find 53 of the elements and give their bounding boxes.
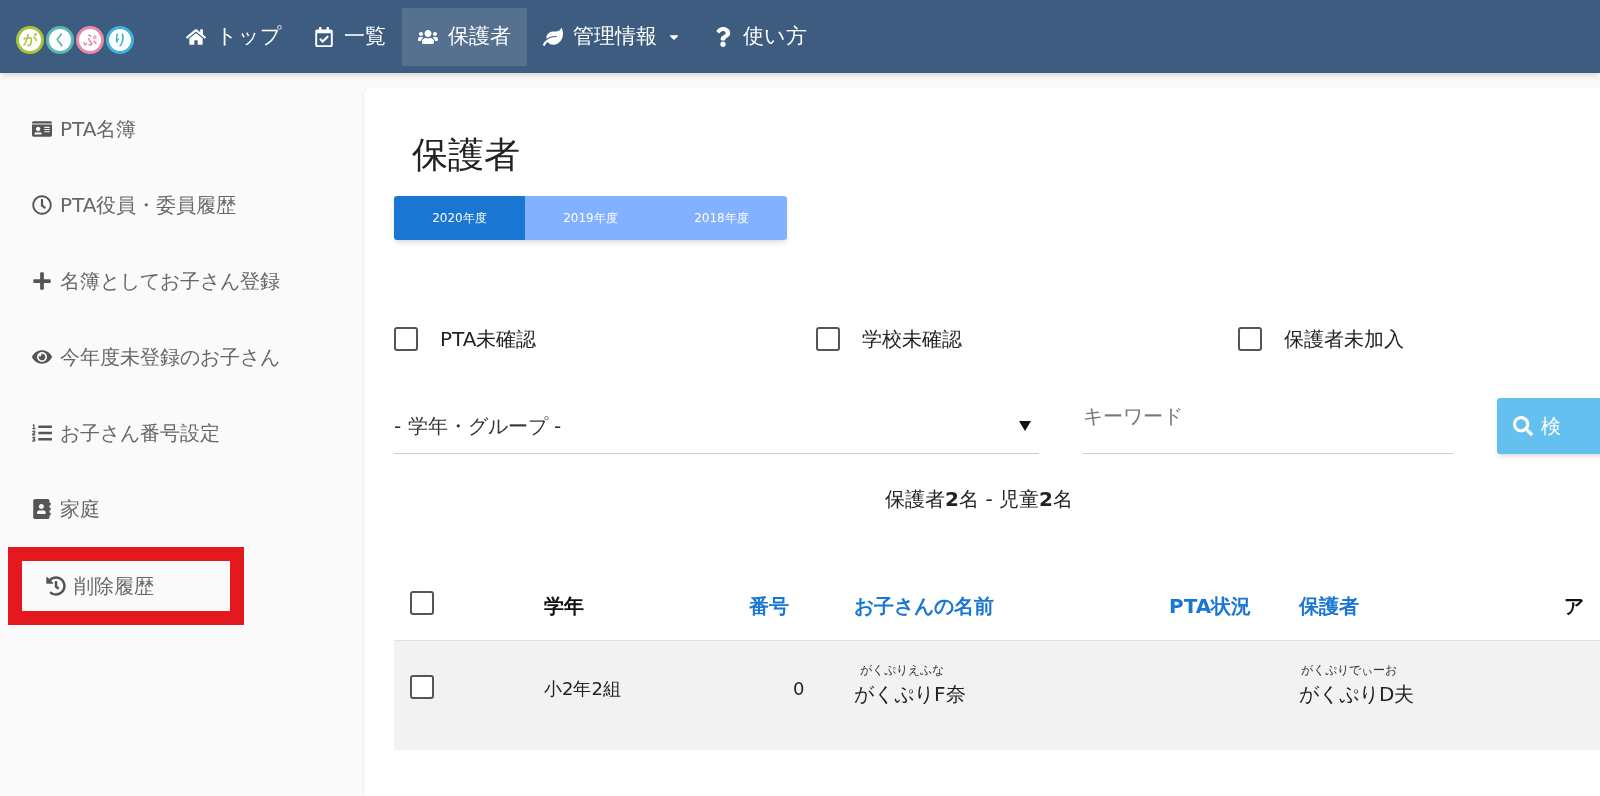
row-checkbox[interactable] — [410, 675, 434, 699]
select-all-checkbox[interactable] — [410, 590, 434, 615]
filter-checkbox[interactable] — [394, 327, 418, 351]
plus-icon — [32, 271, 52, 291]
result-summary: 保護者2名 - 児童2名 — [885, 486, 1073, 513]
page-title: 保護者 — [412, 133, 521, 177]
filter-checkbox[interactable] — [1238, 327, 1262, 351]
home-icon — [186, 26, 206, 47]
column-header: 学年 — [544, 593, 585, 620]
filter-label: 学校未確認 — [862, 326, 962, 353]
column-header: ア — [1564, 593, 1585, 620]
nav-item[interactable]: 管理情報 — [527, 7, 697, 66]
year-tab[interactable]: 2020年度 — [394, 196, 525, 240]
nav-item[interactable]: 保護者 — [402, 7, 527, 66]
furigana: がくぷりえふな — [860, 662, 944, 679]
table-cell-text: 0 — [792, 677, 806, 701]
filter-label: 保護者未加入 — [1284, 326, 1404, 353]
column-header[interactable]: お子さんの名前 — [854, 591, 1169, 621]
search-icon — [1513, 416, 1533, 436]
table-cell-text: 小2年2組 — [544, 677, 622, 701]
eye-icon — [32, 347, 52, 367]
column-header[interactable]: 保護者 — [1299, 591, 1564, 621]
sidebar-item[interactable]: 削除履歴 — [8, 547, 244, 625]
guardian-name: がくぷりD夫 — [1299, 681, 1415, 708]
contact-card-icon — [32, 499, 52, 519]
id-card-icon — [32, 119, 52, 139]
nav-item[interactable]: 一覧 — [298, 7, 402, 66]
leaf-icon — [543, 26, 563, 47]
group-select[interactable]: - 学年・グループ - — [394, 398, 1039, 454]
dropdown-triangle-icon — [1019, 420, 1031, 431]
history-icon — [46, 576, 66, 596]
logo-letter: が — [16, 25, 44, 54]
nav-item[interactable]: トップ — [170, 7, 298, 66]
nav-item[interactable]: 使い方 — [697, 7, 823, 66]
logo-letter: く — [46, 25, 74, 54]
sidebar-item[interactable]: お子さん番号設定 — [8, 395, 328, 471]
column-header[interactable]: 番号 — [749, 591, 854, 621]
child-name: がくぷりF奈 — [854, 681, 966, 708]
filter-label: PTA未確認 — [440, 326, 537, 353]
furigana: がくぷりでぃーお — [1301, 662, 1397, 679]
logo-letter: り — [106, 25, 134, 54]
sidebar-item[interactable]: 今年度未登録のお子さん — [8, 319, 328, 395]
column-header[interactable]: PTA状況 — [1169, 591, 1299, 621]
sidebar-item[interactable]: 名簿としてお子さん登録 — [8, 243, 328, 319]
sidebar-item[interactable]: PTA名簿 — [8, 91, 328, 167]
numbered-list-icon — [32, 423, 52, 443]
clock-icon — [32, 195, 52, 215]
sidebar-item[interactable]: PTA役員・委員履歴 — [8, 167, 328, 243]
keyword-field[interactable]: キーワード — [1083, 398, 1453, 454]
calendar-check-icon — [314, 26, 334, 47]
logo-letter: ぷ — [76, 25, 104, 54]
sidebar-item[interactable]: 家庭 — [8, 471, 328, 547]
filter-checkbox[interactable] — [816, 327, 840, 351]
